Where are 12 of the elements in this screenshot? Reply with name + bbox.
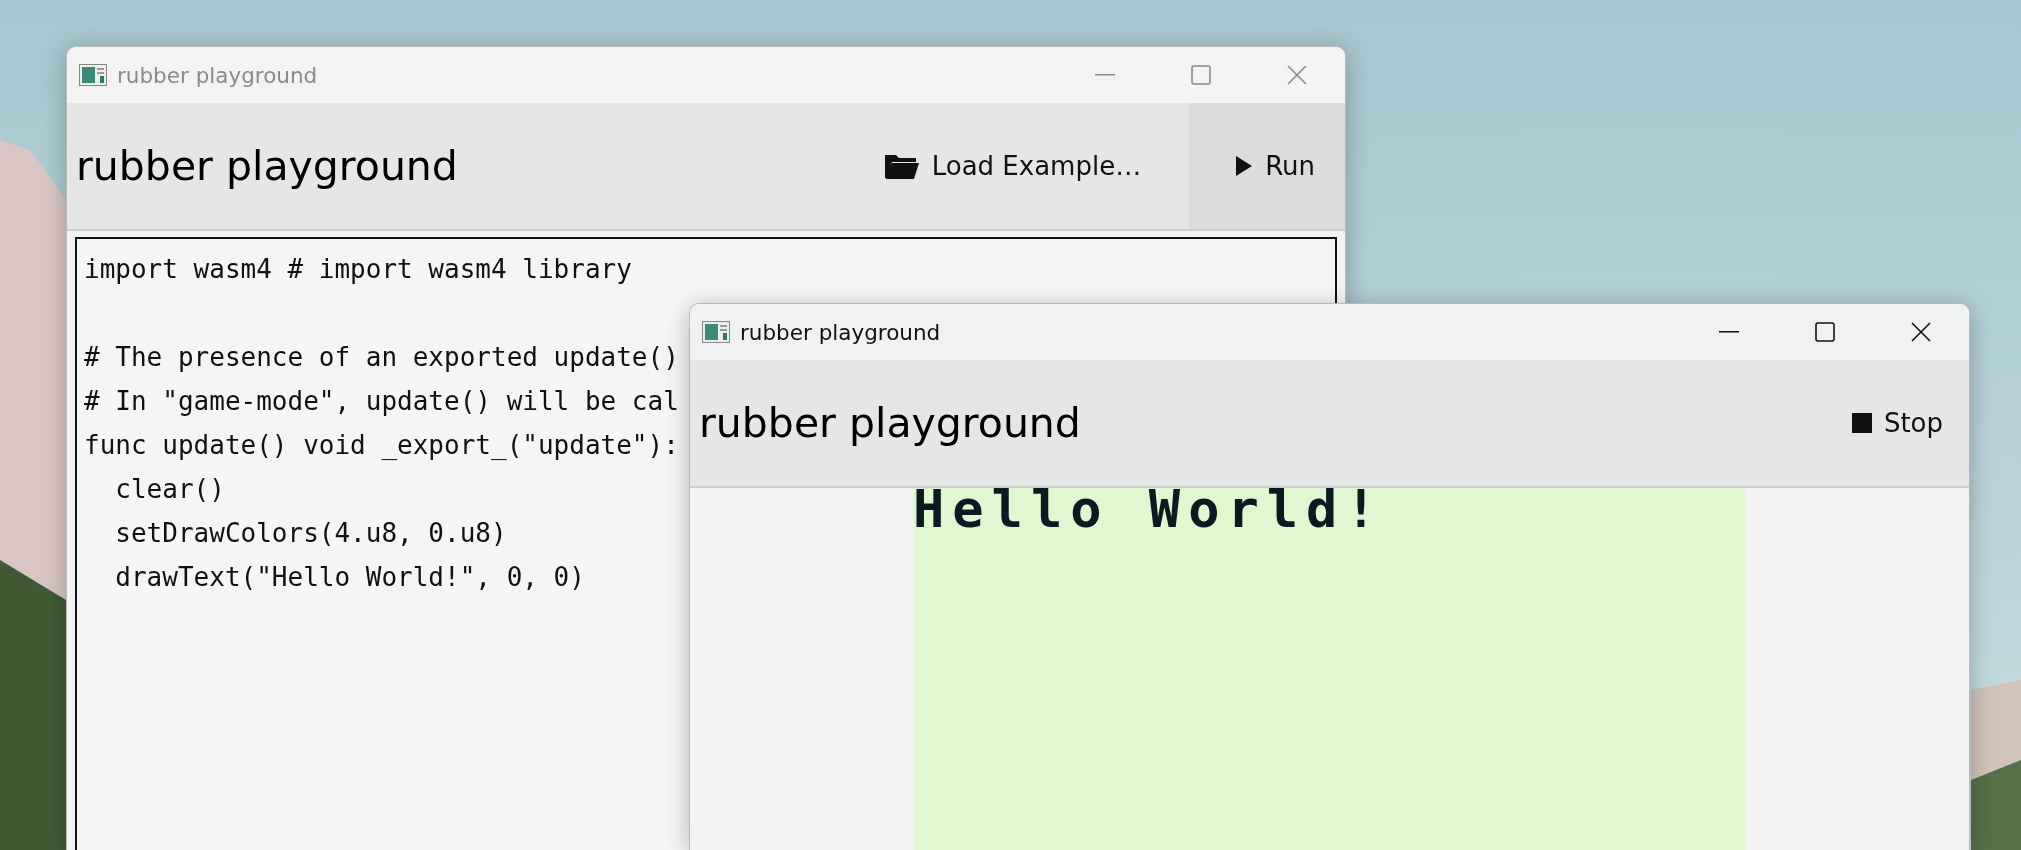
code-line: # The presence of an exported update() [84, 341, 679, 374]
code-line: setDrawColors(4.u8, 0.u8) [114, 517, 507, 550]
window-title: rubber playground [117, 62, 319, 88]
code-line: import wasm4 # import wasm4 library [84, 253, 632, 286]
code-line: # In "game-mode", update() will be cal [84, 385, 679, 418]
window-title: rubber playground [740, 319, 942, 345]
screen-text: Hello World! [913, 483, 1385, 535]
app-heading: rubber playground [76, 142, 459, 190]
app-heading: rubber playground [699, 399, 1082, 447]
code-line: clear() [114, 473, 225, 506]
code-line: func update() void _export_("update"): [84, 429, 679, 462]
code-line: drawText("Hello World!", 0, 0) [114, 561, 585, 594]
